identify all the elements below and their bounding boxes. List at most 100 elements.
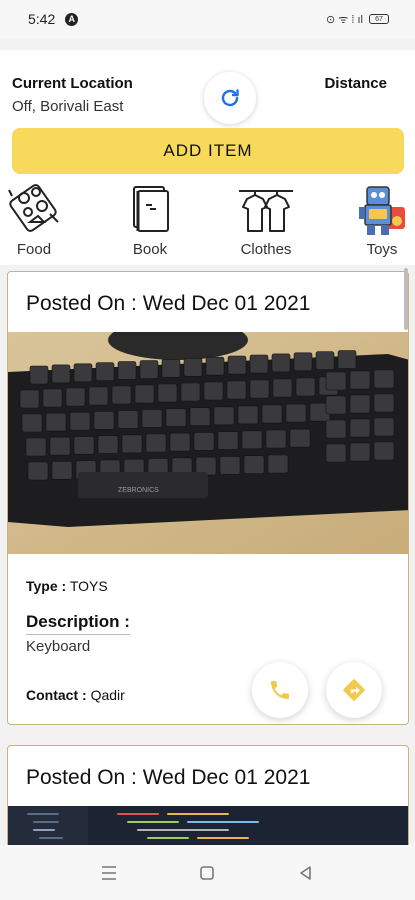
keyboard-key	[29, 365, 49, 385]
status-time: 5:42	[28, 11, 56, 27]
keyboard-key	[315, 351, 335, 371]
keyboard-key	[183, 357, 203, 377]
keyboard-key	[325, 371, 347, 391]
keyboard-key	[161, 359, 181, 378]
notification-icon: A	[65, 12, 79, 26]
recents-button[interactable]	[94, 858, 124, 888]
directions-icon	[343, 679, 365, 701]
contact-value: Qadir	[90, 687, 125, 703]
keyboard-key	[73, 436, 95, 455]
signal-icons: ⊙ ᯤ ⁞ ıl	[326, 13, 363, 26]
post-card[interactable]: Posted On : Wed Dec 01 2021	[7, 745, 409, 845]
keyboard-key	[227, 355, 247, 375]
keyboard-key	[121, 434, 143, 454]
keyboard-key	[205, 356, 225, 376]
keyboard-key	[51, 364, 71, 384]
keyboard-key	[271, 353, 291, 373]
post-image[interactable]	[8, 806, 408, 845]
description-value: Keyboard	[26, 638, 91, 655]
keyboard-key	[237, 405, 259, 425]
toys-icon	[342, 183, 415, 237]
refresh-icon	[221, 89, 239, 107]
add-item-button[interactable]: ADD ITEM	[12, 128, 404, 174]
keyboard-key	[117, 361, 137, 380]
keyboard-key	[293, 352, 313, 372]
category-toys[interactable]: Toys	[342, 183, 415, 263]
current-location-value: Off, Borivali East	[12, 98, 124, 115]
system-nav-bar	[0, 845, 415, 900]
call-button[interactable]	[252, 662, 308, 718]
keyboard-key	[180, 382, 201, 402]
keyboard-key	[134, 384, 155, 404]
category-label: Food	[16, 241, 52, 258]
keyboard-key	[45, 412, 67, 432]
keyboard-key	[373, 417, 395, 437]
keyboard-key	[349, 370, 371, 390]
keyboard-key	[21, 413, 43, 433]
keyboard-key	[169, 432, 191, 452]
keyboard-key	[241, 430, 263, 450]
keyboard-key	[349, 418, 371, 438]
keyboard-key	[49, 436, 71, 456]
category-food[interactable]: Food	[0, 183, 74, 263]
food-icon	[0, 183, 74, 237]
keyboard-key	[165, 408, 187, 427]
keyboard-key	[217, 431, 239, 450]
keyboard-brand: ZEBRONICS	[118, 487, 159, 494]
posts-feed[interactable]: Posted On : Wed Dec 01 2021 ZEBRONICS Ty…	[0, 265, 415, 845]
keyboard-key	[213, 406, 235, 426]
keyboard-key	[97, 435, 119, 454]
keyboard-key	[189, 407, 211, 426]
keyboard-key	[25, 437, 47, 457]
post-image[interactable]: ZEBRONICS	[8, 332, 408, 554]
distance-label[interactable]: Distance	[324, 75, 387, 92]
menu-icon	[102, 865, 117, 880]
keyboard-key	[325, 443, 347, 463]
keyboard-key	[289, 428, 311, 448]
keyboard-key	[95, 362, 115, 382]
keyboard-key	[243, 455, 265, 474]
keyboard-key	[249, 379, 270, 399]
home-button[interactable]	[192, 858, 222, 888]
keyboard-key	[193, 432, 215, 451]
keyboard-key	[373, 369, 395, 389]
keyboard-key	[51, 461, 73, 480]
keyboard-key	[19, 389, 40, 409]
keyboard-key	[272, 378, 293, 398]
home-square-icon	[200, 865, 215, 880]
keyboard-key	[42, 388, 63, 408]
battery-icon: 67	[369, 14, 389, 24]
status-bar: 5:42 A ⊙ ᯤ ⁞ ıl 67	[0, 0, 415, 38]
keyboard-key	[73, 363, 93, 383]
description-label: Description :	[26, 612, 130, 635]
scrollbar[interactable]	[404, 268, 408, 330]
type-value: TOYS	[69, 578, 108, 594]
keyboard-key	[337, 350, 357, 369]
contact-label: Contact :	[26, 687, 87, 703]
category-clothes[interactable]: Clothes	[226, 183, 306, 263]
post-card[interactable]: Posted On : Wed Dec 01 2021 ZEBRONICS Ty…	[7, 271, 409, 725]
keyboard-key	[373, 393, 395, 413]
keyboard-key	[373, 441, 395, 461]
directions-button[interactable]	[326, 662, 382, 718]
status-indicators: ⊙ ᯤ ⁞ ıl 67	[326, 12, 389, 27]
post-contact: Contact : Qadir	[26, 687, 125, 703]
current-location-label: Current Location	[12, 75, 133, 92]
keyboard-key	[145, 433, 167, 453]
back-button[interactable]	[291, 858, 321, 888]
clothes-icon	[226, 183, 306, 237]
keyboard-key	[141, 409, 163, 428]
back-triangle-icon	[300, 865, 311, 880]
keyboard-key	[265, 429, 287, 449]
keyboard-key	[349, 442, 371, 462]
post-date: Posted On : Wed Dec 01 2021	[26, 292, 311, 315]
category-book[interactable]: Book	[110, 183, 190, 263]
keyboard-key	[267, 454, 289, 474]
category-label: Book	[132, 241, 168, 258]
keyboard-key	[285, 403, 307, 423]
keyboard-key	[111, 385, 132, 405]
keyboard-key	[27, 461, 49, 481]
keyboard-key	[325, 419, 347, 439]
refresh-button[interactable]	[204, 72, 256, 124]
keyboard-key	[69, 411, 91, 431]
